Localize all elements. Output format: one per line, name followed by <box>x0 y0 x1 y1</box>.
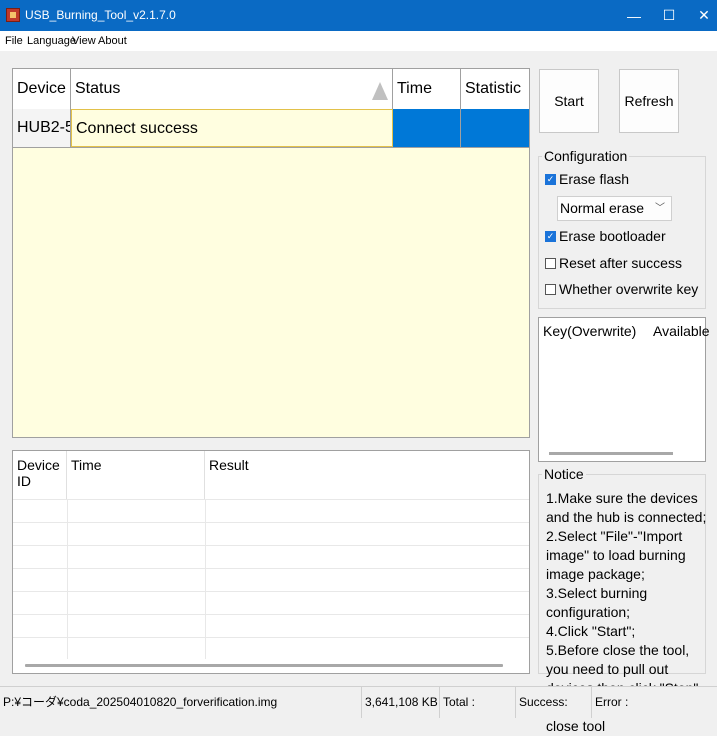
error-count: Error : <box>591 687 717 718</box>
configuration-title: Configuration <box>542 148 630 164</box>
column-status[interactable]: Status <box>71 69 393 109</box>
erase-mode-value: Normal erase <box>560 200 645 216</box>
menu-language[interactable]: Language <box>27 35 76 47</box>
notice-line: 1.Make sure the devices and the hub is c… <box>546 490 707 525</box>
erase-bootloader-checkbox[interactable]: ✓ Erase bootloader <box>545 228 666 244</box>
checkbox-checked-icon: ✓ <box>545 173 556 185</box>
notice-line: 4.Click "Start"; <box>546 623 636 639</box>
notice-line: 3.Select burning configuration; <box>546 585 648 620</box>
start-button[interactable]: Start <box>539 69 599 133</box>
column-device-id[interactable]: Device ID <box>13 69 71 109</box>
column-available[interactable]: Available <box>653 323 710 339</box>
app-icon <box>6 8 20 22</box>
title-bar[interactable]: USB_Burning_Tool_v2.1.7.0 — ☐ ✕ <box>0 0 717 31</box>
row-divider <box>13 614 529 615</box>
success-count: Success: <box>515 687 591 718</box>
column-result-time[interactable]: Time <box>67 451 205 499</box>
overwrite-key-label: Whether overwrite key <box>559 281 699 297</box>
row-divider <box>13 637 529 638</box>
erase-flash-label: Erase flash <box>559 171 630 187</box>
row-divider <box>13 522 529 523</box>
row-divider <box>13 499 529 500</box>
row-divider <box>13 545 529 546</box>
overwrite-key-checkbox[interactable]: Whether overwrite key <box>545 281 698 297</box>
key-table[interactable]: Key(Overwrite) Available <box>538 317 710 462</box>
row-divider <box>13 568 529 569</box>
reset-after-success-checkbox[interactable]: Reset after success <box>545 255 682 271</box>
cell-statistic[interactable] <box>461 109 529 147</box>
result-table[interactable]: Device ID Time Result <box>12 450 530 674</box>
column-divider <box>205 499 206 659</box>
cell-status[interactable]: Connect success <box>71 109 393 147</box>
device-table[interactable]: Device ID Status Time Statistic HUB2-5 C… <box>12 68 530 438</box>
chevron-down-icon: ﹀ <box>655 203 665 214</box>
notice-line: 2.Select "File"-"Import image" to load b… <box>546 528 686 582</box>
column-key-overwrite[interactable]: Key(Overwrite) <box>543 323 636 339</box>
column-statistic[interactable]: Statistic <box>461 69 529 109</box>
checkbox-checked-icon: ✓ <box>545 230 556 242</box>
minimize-button[interactable]: — <box>617 0 651 31</box>
column-result-device-id[interactable]: Device ID <box>13 451 67 499</box>
cell-device-id[interactable]: HUB2-5 <box>13 109 71 147</box>
menu-view[interactable]: View <box>72 35 96 47</box>
notice-title: Notice <box>542 466 586 482</box>
refresh-button[interactable]: Refresh <box>619 69 679 133</box>
menu-about[interactable]: About <box>98 35 127 47</box>
window-title: USB_Burning_Tool_v2.1.7.0 <box>25 8 176 22</box>
row-divider <box>13 591 529 592</box>
checkbox-unchecked-icon <box>545 283 556 295</box>
erase-flash-checkbox[interactable]: ✓ Erase flash <box>545 171 629 187</box>
image-path: P:¥コーダ¥coda_202504010820_forverification… <box>3 695 278 709</box>
menu-bar: File Language View About <box>0 31 717 51</box>
cell-time[interactable] <box>393 109 461 147</box>
total-count: Total : <box>439 687 515 718</box>
device-table-header: Device ID Status Time Statistic <box>13 69 529 110</box>
reset-after-success-label: Reset after success <box>559 255 682 271</box>
column-result[interactable]: Result <box>205 451 529 499</box>
sort-ascending-icon <box>372 82 388 100</box>
table-row[interactable]: HUB2-5 Connect success <box>13 109 529 148</box>
menu-file[interactable]: File <box>5 35 23 47</box>
horizontal-scrollbar[interactable] <box>25 664 503 667</box>
column-time[interactable]: Time <box>393 69 461 109</box>
checkbox-unchecked-icon <box>545 257 556 269</box>
column-divider <box>67 499 68 659</box>
horizontal-scrollbar[interactable] <box>549 452 673 455</box>
status-bar: P:¥コーダ¥coda_202504010820_forverification… <box>0 686 717 718</box>
erase-mode-select[interactable]: Normal erase ﹀ <box>557 196 672 221</box>
image-size: 3,641,108 KB <box>361 687 439 718</box>
erase-bootloader-label: Erase bootloader <box>559 228 666 244</box>
close-button[interactable]: ✕ <box>687 0 717 31</box>
maximize-button[interactable]: ☐ <box>652 0 686 31</box>
column-status-label: Status <box>75 80 121 97</box>
